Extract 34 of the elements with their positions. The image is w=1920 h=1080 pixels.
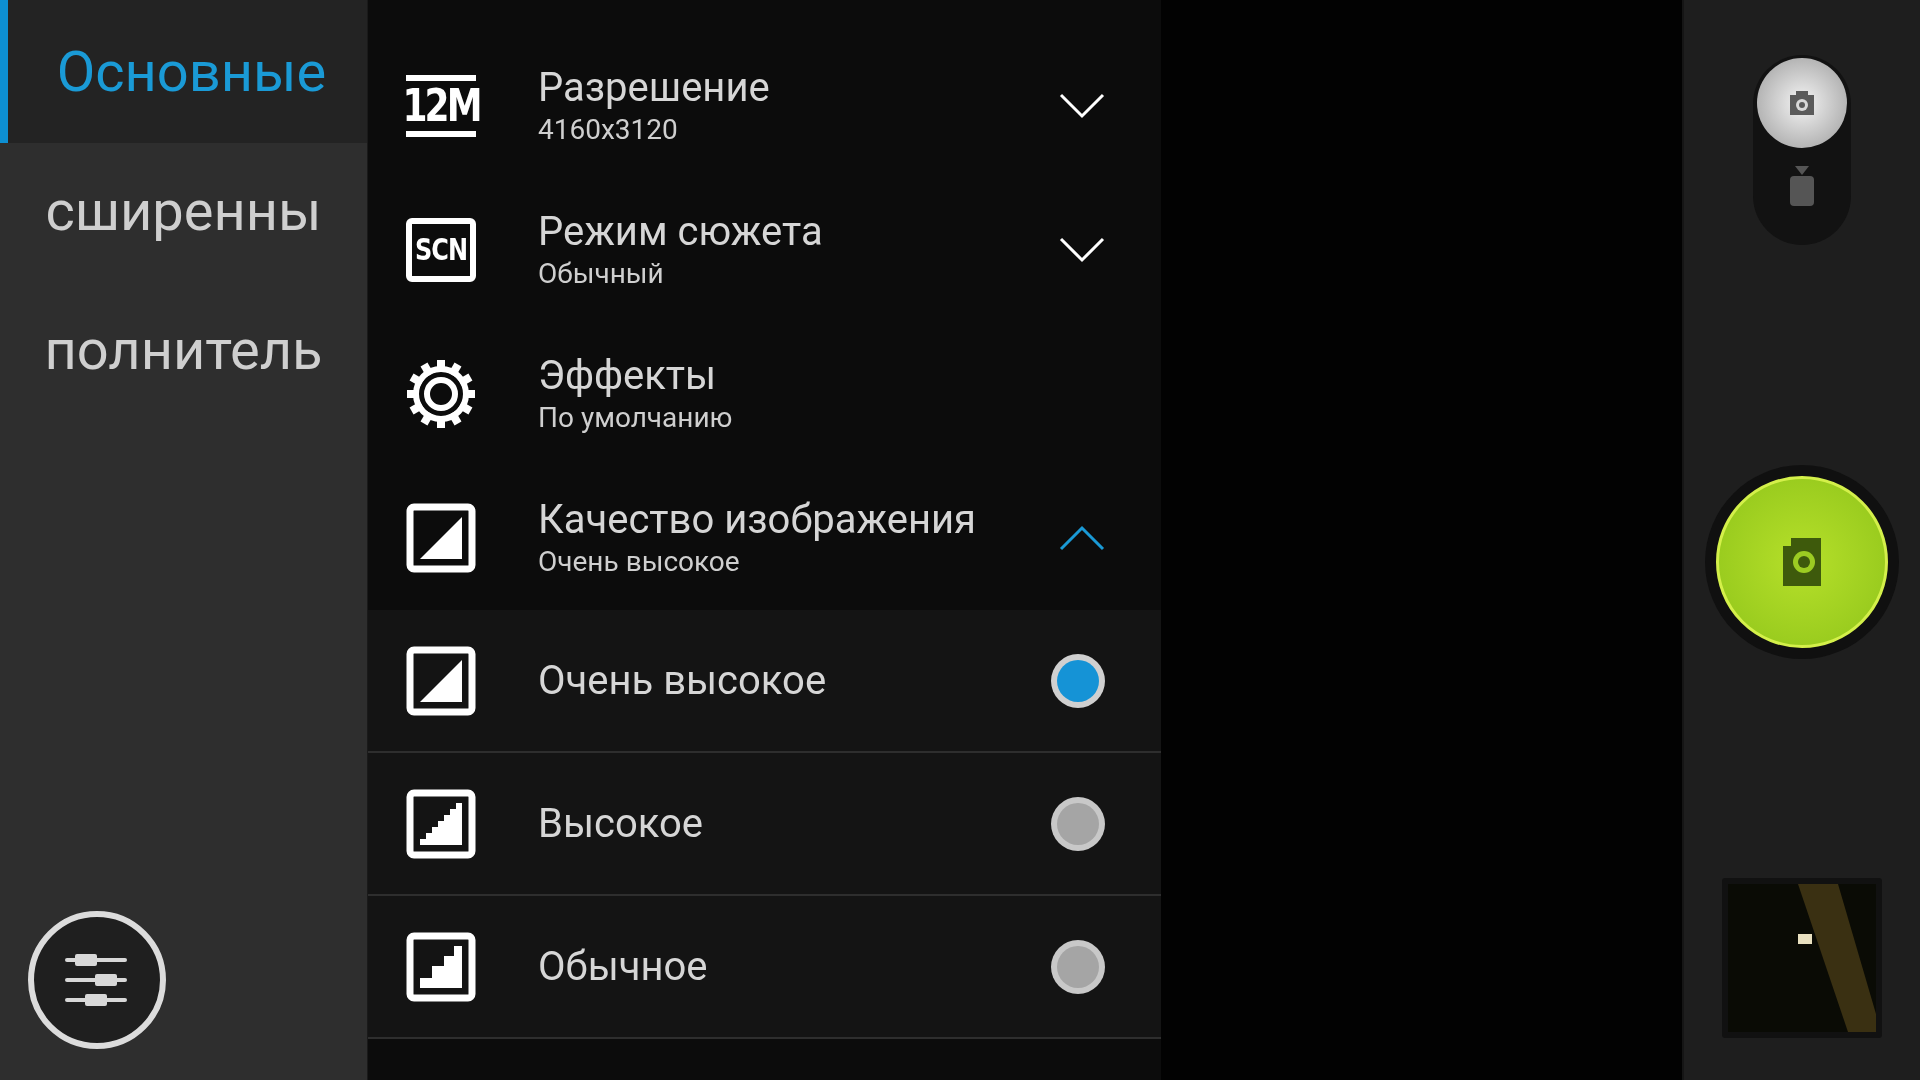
quality-option[interactable]: Очень высокое bbox=[368, 610, 1161, 753]
image-quality-icon bbox=[406, 503, 476, 573]
category-tab[interactable]: Основные bbox=[0, 0, 367, 143]
setting-row[interactable]: 12M Разрешение 4160x3120 bbox=[368, 34, 1161, 178]
setting-title: Эффекты bbox=[538, 356, 718, 396]
image-quality-icon bbox=[406, 645, 476, 716]
setting-title: Качество изображения bbox=[538, 500, 977, 540]
setting-value: По умолчанию bbox=[538, 404, 734, 432]
setting-title: Разрешение bbox=[538, 68, 771, 108]
image-quality-icon bbox=[406, 931, 476, 1002]
setting-row[interactable]: Эффекты По умолчанию bbox=[368, 322, 1161, 466]
radio-button[interactable] bbox=[1051, 796, 1105, 851]
setting-value: 4160x3120 bbox=[538, 116, 679, 144]
setting-row[interactable]: SCN Режим сюжета Обычный bbox=[368, 178, 1161, 322]
gear-icon bbox=[406, 359, 476, 429]
quality-option[interactable]: Обычное bbox=[368, 896, 1161, 1039]
image-quality-icon bbox=[406, 788, 476, 859]
video-camera-icon bbox=[1789, 166, 1815, 206]
scene-mode-icon: SCN bbox=[406, 218, 476, 282]
chevron-up-icon[interactable] bbox=[1059, 525, 1105, 551]
option-label: Очень высокое bbox=[538, 660, 828, 701]
chevron-down-icon[interactable] bbox=[1059, 93, 1105, 119]
setting-value: Обычный bbox=[538, 260, 665, 288]
setting-value: Очень высокое bbox=[538, 548, 741, 576]
setting-title: Режим сюжета bbox=[538, 212, 824, 252]
quality-option[interactable]: Высокое bbox=[368, 753, 1161, 896]
radio-button[interactable] bbox=[1051, 653, 1105, 708]
chevron-down-icon[interactable] bbox=[1059, 237, 1105, 263]
sliders-icon bbox=[65, 954, 129, 1006]
option-label: Высокое bbox=[538, 803, 704, 844]
option-label: Обычное bbox=[538, 946, 709, 987]
radio-button[interactable] bbox=[1051, 939, 1105, 994]
setting-row[interactable]: Качество изображения Очень высокое bbox=[368, 466, 1161, 610]
camera-icon bbox=[1787, 89, 1817, 117]
